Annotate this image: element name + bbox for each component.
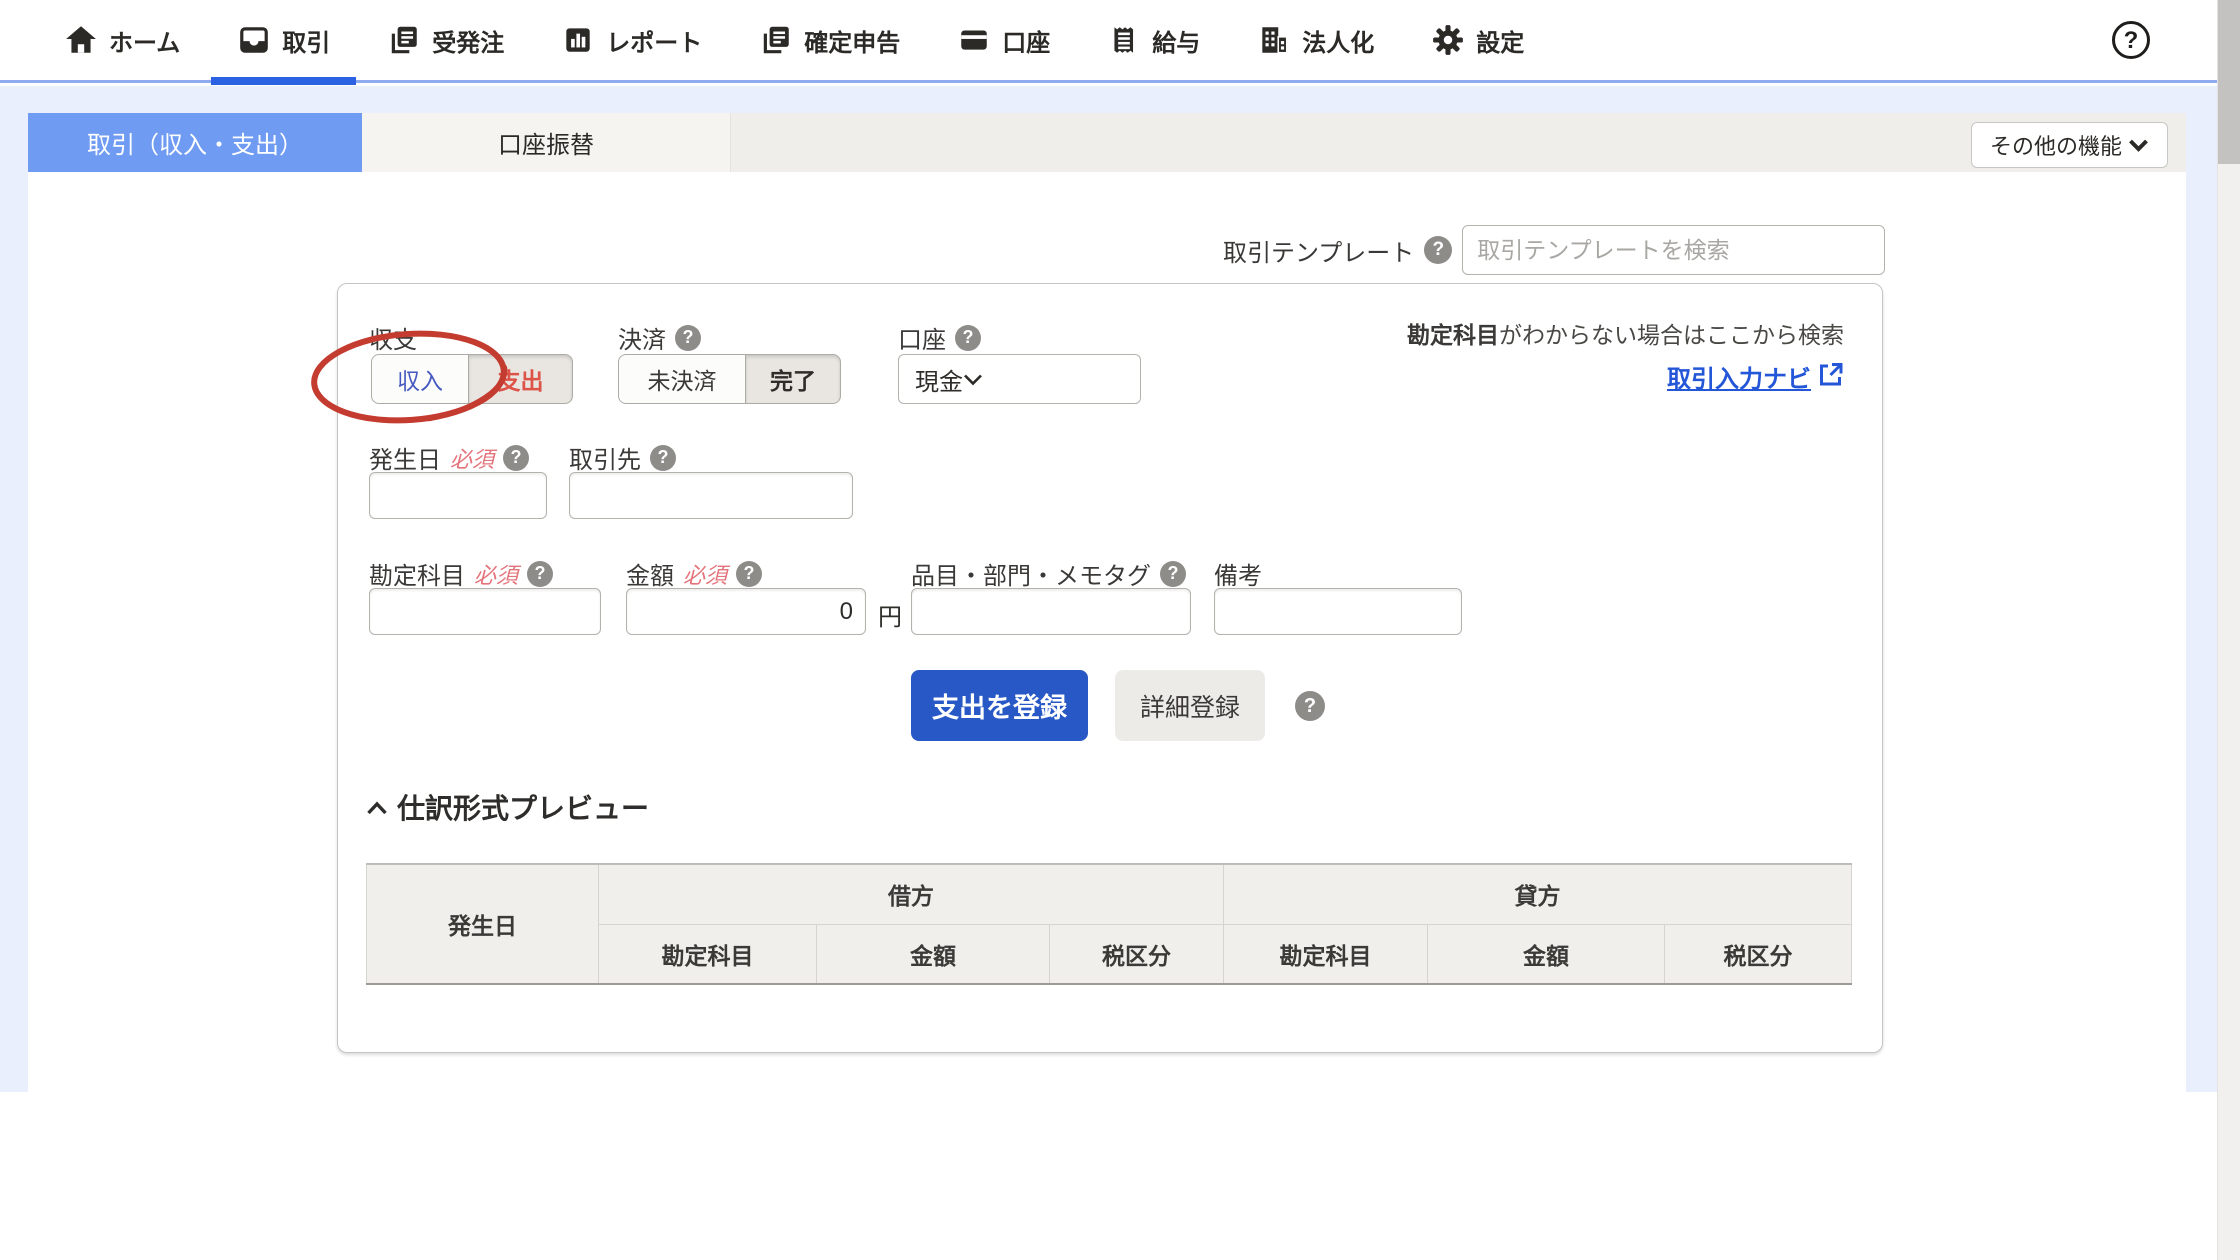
card-body: 取引テンプレート ? 収支 収入 支出 [28,172,2186,1092]
account-select[interactable]: 現金 [898,354,1141,404]
col-header-date: 発生日 [367,864,599,984]
scrollbar-thumb[interactable] [2218,0,2240,164]
expense-toggle-button[interactable]: 支出 [469,354,573,404]
chevron-down-icon [2128,132,2149,158]
col-header-debit: 借方 [599,864,1224,924]
nav-item-label: レポート [606,23,702,58]
tags-label: 品目・部門・メモタグ ? [911,556,1186,591]
required-badge: 必須 [683,558,727,590]
income-toggle-button[interactable]: 収入 [371,354,469,404]
documents-icon [387,23,421,57]
journal-preview-table: 発生日 借方 貸方 勘定科目 金額 税区分 勘定科目 金額 税区分 [366,863,1852,985]
nav-item-label: 取引 [282,23,330,58]
amount-input[interactable] [626,588,866,635]
nav-item-label: 設定 [1476,23,1524,58]
more-functions-button[interactable]: その他の機能 [1971,122,2168,168]
register-expense-button[interactable]: 支出を登録 [911,670,1088,741]
col-header-debit-amount: 金額 [817,924,1050,984]
note-label: 備考 [1214,556,1262,591]
card-icon [957,23,991,57]
account-help-icon[interactable]: ? [955,325,981,351]
tab-account-transfer[interactable]: 口座振替 [362,113,731,172]
col-header-credit: 貸方 [1224,864,1852,924]
category-search-hint: 勘定科目がわからない場合はここから検索 取引入力ナビ [1407,316,1844,394]
nav-item-reports[interactable]: レポート [561,0,702,80]
date-input[interactable] [369,472,547,519]
partner-input[interactable] [569,472,853,519]
settlement-label: 決済 ? [618,320,701,355]
building-icon [1257,23,1291,57]
partner-label: 取引先 ? [569,440,676,475]
settled-toggle-button[interactable]: 完了 [746,354,841,404]
category-input[interactable] [369,588,601,635]
transaction-form-panel: 収支 収入 支出 決済 ? 未決済 完了 [337,283,1883,1053]
top-nav-bar: ホーム 取引 受発注 レポート 確定申告 口座 給与 法人化 設定 ? [0,0,2217,83]
note-input[interactable] [1214,588,1462,635]
main-card: 取引（収入・支出） 口座振替 その他の機能 取引テンプレート ? [28,113,2186,1092]
settlement-help-icon[interactable]: ? [675,325,701,351]
account-label: 口座 ? [898,320,981,355]
amount-label: 金額 必須 ? [626,556,762,591]
external-link-icon[interactable] [1817,361,1844,393]
template-search-label: 取引テンプレート [1223,233,1414,268]
nav-item-tax-return[interactable]: 確定申告 [759,0,900,80]
template-search-input[interactable] [1462,225,1885,275]
help-button[interactable]: ? [2110,19,2152,61]
partner-help-icon[interactable]: ? [650,445,676,471]
nav-item-label: 口座 [1002,23,1050,58]
wallet-icon [237,23,271,57]
col-header-debit-account: 勘定科目 [599,924,817,984]
register-help-icon[interactable]: ? [1295,691,1325,721]
nav-item-label: 給与 [1152,23,1200,58]
gear-icon [1431,23,1465,57]
scrollbar-track[interactable] [2217,0,2240,1260]
col-header-credit-amount: 金額 [1428,924,1665,984]
type-label: 収支 [369,320,417,355]
nav-item-payroll[interactable]: 給与 [1107,0,1200,80]
nav-item-incorporation[interactable]: 法人化 [1257,0,1374,80]
detail-register-button[interactable]: 詳細登録 [1115,670,1265,741]
receipt-icon [1107,23,1141,57]
category-help-icon[interactable]: ? [527,561,553,587]
col-header-debit-tax: 税区分 [1050,924,1224,984]
hint-text: 勘定科目がわからない場合はここから検索 [1407,316,1844,350]
journal-preview-heading: 仕訳形式プレビュー [397,787,649,827]
tab-transactions-income-expense[interactable]: 取引（収入・支出） [28,113,362,172]
nav-item-home[interactable]: ホーム [64,0,180,80]
chevron-up-icon [366,791,388,823]
col-header-credit-account: 勘定科目 [1224,924,1428,984]
transaction-navi-link[interactable]: 取引入力ナビ [1667,359,1811,394]
tab-bar: 取引（収入・支出） 口座振替 その他の機能 [28,113,2186,172]
category-label: 勘定科目 必須 ? [369,556,553,591]
tags-input[interactable] [911,588,1191,635]
nav-item-accounts[interactable]: 口座 [957,0,1050,80]
date-help-icon[interactable]: ? [503,445,529,471]
date-label: 発生日 必須 ? [369,440,529,475]
unsettled-toggle-button[interactable]: 未決済 [618,354,746,404]
tags-help-icon[interactable]: ? [1160,561,1186,587]
bar-chart-icon [561,23,595,57]
nav-item-label: 法人化 [1302,23,1374,58]
yen-unit-label: 円 [878,597,902,632]
required-badge: 必須 [474,558,518,590]
chevron-down-icon [963,365,983,393]
nav-item-orders[interactable]: 受発注 [387,0,504,80]
journal-preview-toggle[interactable]: 仕訳形式プレビュー [366,787,649,827]
nav-item-label: ホーム [109,23,180,58]
home-icon [64,23,98,57]
required-badge: 必須 [450,442,494,474]
documents-icon [759,23,793,57]
nav-item-settings[interactable]: 設定 [1431,0,1524,80]
template-help-icon[interactable]: ? [1424,236,1452,264]
page-background: 取引（収入・支出） 口座振替 その他の機能 取引テンプレート ? [0,86,2217,1092]
nav-item-transactions[interactable]: 取引 [237,0,330,80]
account-select-value: 現金 [915,362,963,397]
template-search-row: 取引テンプレート ? [1223,225,1885,275]
question-glyph: ? [2124,27,2139,54]
amount-help-icon[interactable]: ? [736,561,762,587]
nav-item-label: 確定申告 [804,23,900,58]
nav-item-label: 受発注 [432,23,504,58]
col-header-credit-tax: 税区分 [1665,924,1852,984]
